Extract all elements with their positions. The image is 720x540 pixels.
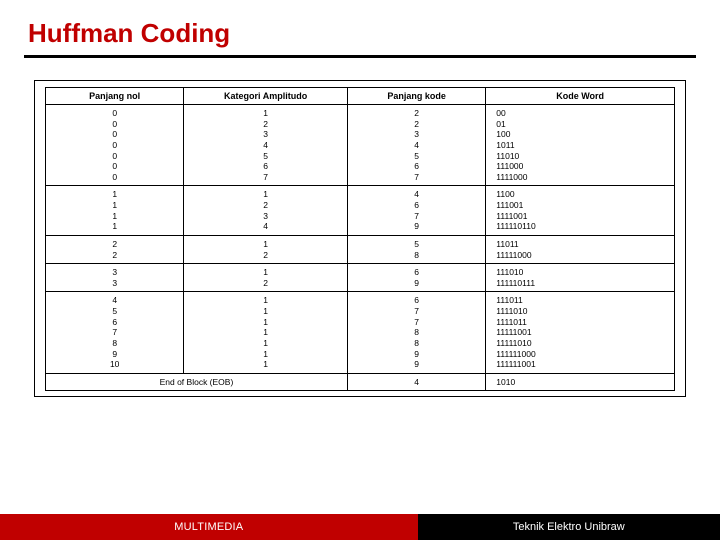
table-cell: 12 [184, 264, 348, 292]
eob-kode-word: 1010 [486, 373, 675, 391]
table-cell: 11001110011111001111110110 [486, 186, 675, 236]
table-cell: 22 [46, 235, 184, 263]
table-cell: 1110111111010111101111111001111110101111… [486, 292, 675, 373]
huffman-table-container: Panjang nol Kategori Amplitudo Panjang k… [34, 80, 686, 397]
col-panjang-kode: Panjang kode [347, 88, 485, 105]
table-cell: 1111111 [184, 292, 348, 373]
table-row: 11111234467911001110011111001111110110 [46, 186, 675, 236]
col-kode-word: Kode Word [486, 88, 675, 105]
table-cell: 111010111110111 [486, 264, 675, 292]
eob-panjang-kode: 4 [347, 373, 485, 391]
footer-left: MULTIMEDIA [0, 514, 418, 540]
table-cell: 0000000 [46, 105, 184, 186]
table-cell: 00011001011110101110001111000 [486, 105, 675, 186]
table-row: 4567891011111116778899111011111101011110… [46, 292, 675, 373]
table-cell: 6778899 [347, 292, 485, 373]
table-cell: 1111 [46, 186, 184, 236]
footer: MULTIMEDIA Teknik Elektro Unibraw [0, 514, 720, 540]
col-panjang-nol: Panjang nol [46, 88, 184, 105]
table-cell: 58 [347, 235, 485, 263]
table-cell: 45678910 [46, 292, 184, 373]
table-row: 0000000123456722345670001100101111010111… [46, 105, 675, 186]
eob-label: End of Block (EOB) [46, 373, 348, 391]
page-title: Huffman Coding [0, 0, 720, 55]
table-row: 331269111010111110111 [46, 264, 675, 292]
table-cell: 1234 [184, 186, 348, 236]
footer-right: Teknik Elektro Unibraw [418, 514, 720, 540]
table-cell: 2234567 [347, 105, 485, 186]
table-cell: 69 [347, 264, 485, 292]
table-row-eob: End of Block (EOB)41010 [46, 373, 675, 391]
col-kategori-amplitudo: Kategori Amplitudo [184, 88, 348, 105]
table-cell: 1234567 [184, 105, 348, 186]
table-row: 2212581101111111000 [46, 235, 675, 263]
table-cell: 4679 [347, 186, 485, 236]
table-header-row: Panjang nol Kategori Amplitudo Panjang k… [46, 88, 675, 105]
table-cell: 1101111111000 [486, 235, 675, 263]
table-cell: 12 [184, 235, 348, 263]
table-cell: 33 [46, 264, 184, 292]
title-underline [24, 55, 696, 58]
huffman-table: Panjang nol Kategori Amplitudo Panjang k… [45, 87, 675, 391]
